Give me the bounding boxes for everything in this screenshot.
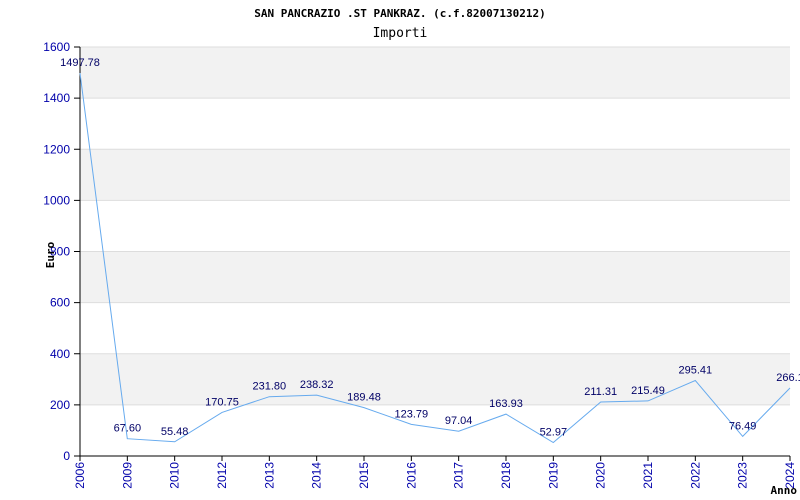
y-tick-label: 600 <box>50 296 70 310</box>
y-tick-label: 400 <box>50 347 70 361</box>
chart-title: SAN PANCRAZIO .ST PANKRAZ. (c.f.82007130… <box>254 7 545 20</box>
y-tick-label: 200 <box>50 398 70 412</box>
x-tick-label: 2009 <box>120 462 134 489</box>
data-label: 231.80 <box>253 381 287 393</box>
grid-bands <box>80 47 790 405</box>
x-tick-label: 2020 <box>594 462 608 489</box>
grid-band <box>80 149 790 201</box>
chart-subtitle: Importi <box>373 26 428 41</box>
y-tick-label: 1000 <box>43 193 70 207</box>
x-tick-label: 2017 <box>452 462 466 489</box>
data-label: 170.75 <box>205 396 239 408</box>
x-tick-label: 2016 <box>404 462 418 489</box>
grid-band <box>80 251 790 303</box>
data-label: 215.49 <box>631 385 665 397</box>
x-tick-label: 2014 <box>310 462 324 489</box>
x-tick-label: 2006 <box>73 462 87 489</box>
y-axis-label: Euro <box>44 241 57 268</box>
data-label: 189.48 <box>347 392 381 404</box>
data-label: 52.97 <box>540 426 568 438</box>
x-axis-label: Anno <box>771 484 798 497</box>
x-tick-label: 2021 <box>641 462 655 489</box>
chart: 0 200 400 600 800 1000 1200 1400 1600 2006 2009 201… <box>0 0 800 500</box>
y-tick-label: 1200 <box>43 142 70 156</box>
grid-band <box>80 47 790 99</box>
y-tick-label: 1600 <box>43 40 70 54</box>
x-tick-label: 2010 <box>168 462 182 489</box>
x-tick-label: 2013 <box>262 462 276 489</box>
x-tick-label: 2019 <box>546 462 560 489</box>
x-tick-label: 2023 <box>736 462 750 489</box>
data-label: 76.49 <box>729 420 757 432</box>
x-tick-label: 2022 <box>688 462 702 489</box>
data-label: 1497.78 <box>60 57 100 69</box>
data-label: 211.31 <box>584 386 617 398</box>
y-tick-label: 0 <box>63 449 70 463</box>
x-tick-label: 2018 <box>499 462 513 489</box>
data-label: 97.04 <box>445 415 473 427</box>
line-chart: 020040060080010001200140016002006 2009 201… <box>43 7 800 497</box>
data-label: 123.79 <box>395 408 429 420</box>
data-label: 55.48 <box>161 426 189 438</box>
data-label: 67.60 <box>114 423 142 435</box>
data-label: 295.41 <box>679 364 713 376</box>
x-tick-label: 2012 <box>215 462 229 489</box>
data-label: 238.32 <box>300 379 334 391</box>
data-label: 163.93 <box>489 398 523 410</box>
grid-band <box>80 353 790 405</box>
data-label: 266.1 <box>776 372 800 384</box>
y-tick-label: 1400 <box>43 91 70 105</box>
x-tick-label: 2015 <box>357 462 371 489</box>
